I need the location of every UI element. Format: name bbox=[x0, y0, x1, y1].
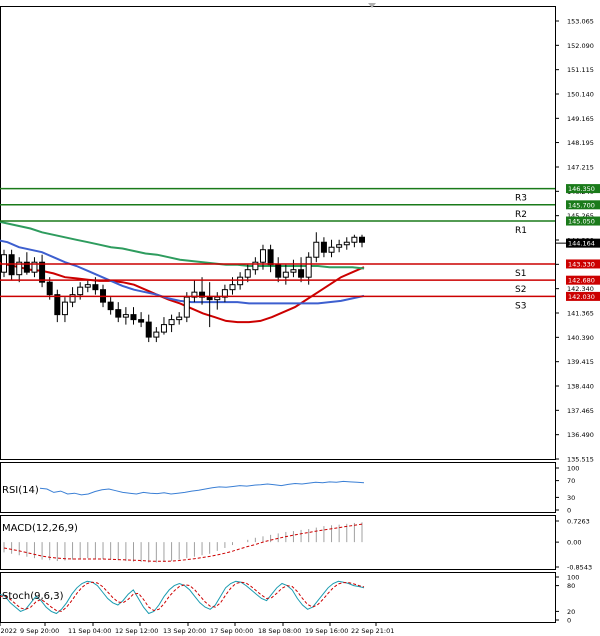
stoch-y-tick-label: 100 bbox=[567, 574, 579, 582]
rsi-y-tick-label: 0 bbox=[567, 507, 571, 515]
x-tick-label: 8 Sep 2022 bbox=[0, 627, 17, 635]
stoch-y-tick-label: 20 bbox=[567, 608, 575, 616]
candle-body bbox=[46, 281, 53, 296]
macd-y-tick-label: -0.8543 bbox=[567, 564, 592, 572]
y-tick-label: 150.140 bbox=[567, 91, 594, 99]
candle-body bbox=[115, 309, 122, 318]
candle-body bbox=[320, 241, 327, 253]
candle-body bbox=[84, 284, 91, 288]
candle-body bbox=[160, 324, 167, 333]
candle-body bbox=[275, 264, 282, 278]
candle-body bbox=[168, 319, 175, 326]
macd-title: MACD(12,26,9) bbox=[2, 523, 78, 534]
y-tick-label: 136.490 bbox=[567, 431, 594, 439]
candle-body bbox=[145, 321, 152, 338]
stoch-panel-frame bbox=[0, 572, 556, 623]
candle-body bbox=[359, 236, 365, 243]
macd-y-tick-label: 0.00 bbox=[567, 539, 581, 547]
x-tick-label: 9 Sep 20:00 bbox=[20, 627, 59, 635]
candle-body bbox=[138, 319, 145, 323]
level-name-r1: R1 bbox=[515, 226, 527, 236]
candle-body bbox=[61, 301, 68, 316]
candle-body bbox=[130, 314, 137, 321]
level-name-s3: S3 bbox=[515, 301, 526, 311]
candle-body bbox=[107, 301, 114, 311]
candle-body bbox=[214, 296, 221, 301]
candle-body bbox=[183, 296, 190, 318]
rsi-y-tick-label: 30 bbox=[567, 494, 575, 502]
candle-body bbox=[328, 246, 335, 253]
candle-body bbox=[336, 244, 343, 248]
level-name-s1: S1 bbox=[515, 269, 526, 279]
rsi-panel-frame bbox=[0, 462, 556, 513]
chart-canvas: 153.065 152.090 151.115 150.140 149.165 148.1… bbox=[0, 3, 600, 635]
candle-body bbox=[351, 236, 358, 243]
y-tick-label: 139.415 bbox=[567, 358, 594, 366]
y-tick-label: 153.065 bbox=[567, 18, 594, 26]
candle-body bbox=[92, 284, 99, 291]
level-price-tag-s2: 142.680 bbox=[568, 277, 595, 285]
rsi-title: RSI(14) bbox=[2, 485, 39, 496]
candle-body bbox=[122, 314, 129, 318]
candle-body bbox=[290, 269, 297, 273]
y-tick-label: 151.115 bbox=[567, 66, 594, 74]
candle-body bbox=[343, 241, 350, 246]
level-price-tag-r1: 145.050 bbox=[568, 218, 595, 226]
y-tick-label: 152.090 bbox=[567, 42, 594, 50]
macd-y-tick-label: 0.7263 bbox=[567, 518, 590, 526]
level-price-tag-r3: 146.350 bbox=[568, 185, 595, 193]
time-axis: 8 Sep 20229 Sep 20:00 11 Sep 04:00 12 Sep … bbox=[0, 622, 394, 635]
candle-body bbox=[305, 256, 312, 278]
x-tick-label: 19 Sep 16:00 bbox=[305, 627, 348, 635]
candle-body bbox=[244, 269, 251, 278]
stoch-y-tick-label: 80 bbox=[567, 582, 575, 590]
candle-body bbox=[229, 284, 236, 291]
stoch-y-tick-label: 0 bbox=[567, 617, 571, 625]
candle-body bbox=[176, 316, 183, 321]
stoch-title: Stoch(9,6,3) bbox=[2, 591, 64, 602]
y-tick-label: 135.515 bbox=[567, 456, 594, 464]
candle-body bbox=[206, 296, 213, 301]
level-name-s2: S2 bbox=[515, 285, 526, 295]
y-tick-label: 141.365 bbox=[567, 310, 594, 318]
level-price-tag-r2: 145.700 bbox=[568, 201, 595, 209]
y-tick-label: 147.215 bbox=[567, 164, 594, 172]
x-tick-label: 11 Sep 04:00 bbox=[68, 627, 111, 635]
level-price-tag-s1: 143.330 bbox=[568, 260, 595, 268]
macd-panel-frame bbox=[0, 515, 556, 570]
candle-body bbox=[54, 294, 61, 316]
rsi-y-tick-label: 100 bbox=[567, 465, 579, 473]
candle-body bbox=[267, 249, 274, 266]
price-panel-frame bbox=[0, 6, 556, 460]
y-tick-label: 138.440 bbox=[567, 383, 594, 391]
x-tick-label: 22 Sep 21:01 bbox=[351, 627, 394, 635]
level-name-r2: R2 bbox=[515, 210, 527, 220]
y-tick-label: 140.390 bbox=[567, 334, 594, 342]
x-tick-label: 13 Sep 20:00 bbox=[163, 627, 206, 635]
x-tick-label: 12 Sep 12:00 bbox=[115, 627, 158, 635]
y-tick-label: 149.165 bbox=[567, 115, 594, 123]
level-price-tag-s3: 142.030 bbox=[568, 293, 595, 301]
x-tick-label: 17 Sep 00:00 bbox=[210, 627, 253, 635]
candle-body bbox=[259, 249, 266, 263]
candle-body bbox=[313, 241, 320, 258]
candle-body bbox=[153, 331, 160, 338]
current-price-label: 144.164 bbox=[568, 240, 595, 248]
rsi-y-tick-label: 70 bbox=[567, 477, 575, 485]
y-tick-label: 148.195 bbox=[567, 139, 594, 147]
x-tick-label: 18 Sep 08:00 bbox=[258, 627, 301, 635]
candle-body bbox=[77, 286, 84, 296]
level-name-r3: R3 bbox=[515, 194, 527, 204]
candle-body bbox=[282, 271, 289, 278]
candle-body bbox=[39, 261, 46, 283]
y-tick-label: 137.465 bbox=[567, 407, 594, 415]
candle-body bbox=[298, 269, 305, 278]
